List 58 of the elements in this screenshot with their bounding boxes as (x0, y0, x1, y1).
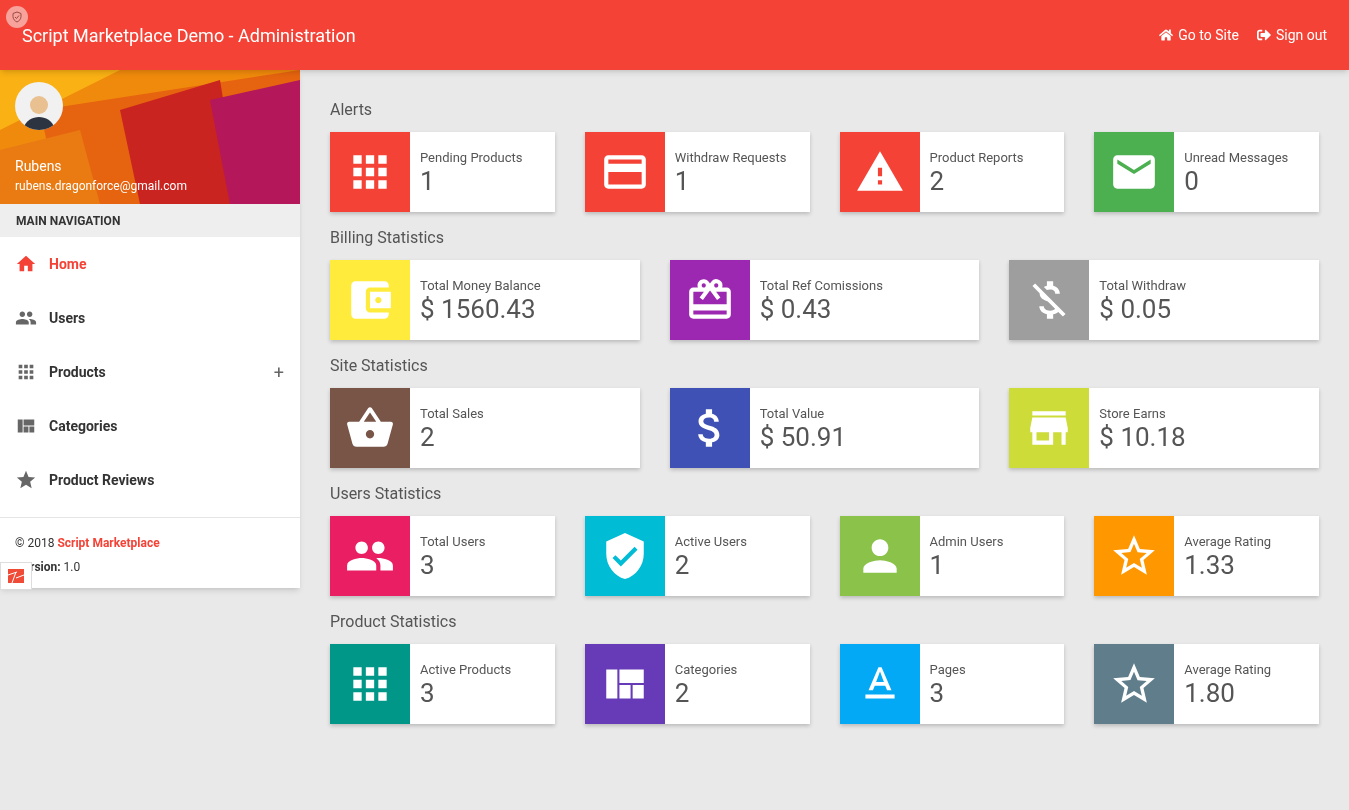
card-label: Store Earns (1099, 406, 1167, 422)
card-label: Total Withdraw (1099, 278, 1186, 294)
home-icon (1159, 28, 1174, 42)
card-value: 2 (674, 550, 691, 580)
card-value: 1 (420, 166, 436, 196)
user-email: rubens.dragonforce@gmail.com (15, 178, 187, 195)
card-value: 2 (929, 166, 946, 196)
card-value: 2 (674, 678, 691, 708)
card-label: Pending Products (420, 150, 523, 166)
nav-item[interactable]: Categories (0, 399, 300, 453)
card-value: 3 (420, 550, 436, 580)
card-value: $ 10.18 (1099, 422, 1186, 452)
card-value: 0 (1184, 166, 1200, 196)
sign-out-link[interactable]: Sign out (1256, 24, 1327, 46)
nav-item[interactable]: Home (0, 237, 300, 291)
card-value: 1 (674, 166, 691, 196)
card-label: Average Rating (1184, 534, 1272, 550)
card-label: Admin Users (929, 534, 1004, 550)
card-value: $ 0.05 (1099, 294, 1173, 324)
nav-heading: MAIN NAVIGATION (0, 204, 300, 237)
copyright-text: © 2018 Script Marketplace (15, 535, 161, 552)
card-label: Withdraw Requests (674, 150, 787, 166)
app-title: Script Marketplace Demo - Administration (22, 23, 356, 48)
user-name: Rubens (15, 157, 63, 176)
card-value: 1.33 (1184, 550, 1236, 580)
card-label: Total Value (759, 406, 826, 422)
card-label: Active Users (674, 534, 747, 550)
card-label: Total Sales (420, 406, 484, 422)
card-value: 1.80 (1184, 678, 1236, 708)
card-label: Total Money Balance (420, 278, 541, 294)
card-label: Unread Messages (1184, 150, 1289, 166)
card-label: Categories (674, 662, 738, 678)
section-heading: Site Statistics (330, 355, 429, 377)
section-heading: Alerts (330, 99, 374, 121)
card-label: Active Products (420, 662, 512, 678)
sign-out-icon (1256, 28, 1271, 42)
expand-toggle[interactable]: + (273, 358, 284, 386)
card-value: $ 50.91 (759, 422, 847, 452)
section-heading: Product Statistics (330, 611, 458, 633)
card-value: $ 1560.43 (420, 294, 537, 324)
card-value: 1 (929, 550, 946, 580)
card-label: Total Users (420, 534, 486, 550)
section-heading: Billing Statistics (330, 227, 445, 249)
card-value: $ 0.43 (759, 294, 833, 324)
card-value: 3 (929, 678, 946, 708)
nav-item[interactable]: Products + (0, 345, 300, 399)
brand-link[interactable]: Script Marketplace (57, 536, 160, 550)
nav-item[interactable]: Product Reviews (0, 453, 300, 507)
section-heading: Users Statistics (330, 483, 443, 505)
go-to-site-link[interactable]: Go to Site (1159, 24, 1239, 46)
card-label: Total Ref Comissions (759, 278, 883, 294)
card-label: Product Reports (929, 150, 1024, 166)
card-label: Pages (929, 662, 966, 678)
card-value: 3 (420, 678, 436, 708)
star-icon (15, 469, 37, 491)
nav-item[interactable]: Users (0, 291, 300, 345)
card-value: 2 (420, 422, 436, 452)
card-label: Average Rating (1184, 662, 1272, 678)
